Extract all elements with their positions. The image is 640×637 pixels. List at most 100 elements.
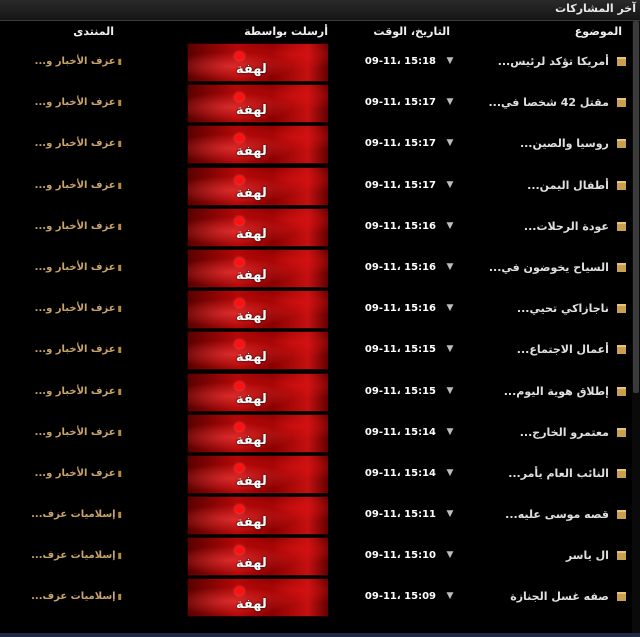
table-row: أمريكا تؤكد لرئيس... ▼ 09-11، 15:18 لهفة… [0, 41, 632, 82]
post-date: 09-11، 15:16 [364, 261, 436, 273]
topic-link[interactable]: عودة الرحلات... [524, 220, 609, 233]
forum-link[interactable]: عزف الأخبار و... [35, 56, 116, 67]
topic-link[interactable]: النائب العام يأمر... [508, 467, 609, 480]
column-header-forum: المنتدى [73, 25, 114, 38]
forum-link[interactable]: عزف الأخبار و... [35, 97, 116, 108]
forum-cell: ▮عزف الأخبار و... [10, 165, 122, 206]
triangle-down-icon[interactable]: ▼ [444, 329, 456, 370]
poster-avatar[interactable]: لهفة [187, 578, 328, 618]
poster-name[interactable]: لهفة [236, 268, 267, 283]
poster-name[interactable]: لهفة [236, 309, 267, 324]
triangle-down-icon[interactable]: ▼ [444, 82, 456, 123]
post-date: 09-11، 15:11 [364, 509, 436, 521]
poster-name[interactable]: لهفة [236, 392, 267, 407]
forum-cell: ▮عزف الأخبار و... [10, 206, 122, 247]
triangle-down-icon[interactable]: ▼ [444, 494, 456, 535]
triangle-down-icon[interactable]: ▼ [444, 206, 456, 247]
poster-cell: لهفة [187, 165, 328, 206]
poster-name[interactable]: لهفة [236, 186, 267, 201]
poster-name[interactable]: لهفة [236, 515, 267, 530]
topic-link[interactable]: أطفال اليمن... [527, 179, 609, 192]
topic-link[interactable]: مقتل 42 شخصا في... [488, 96, 608, 109]
triangle-down-icon[interactable]: ▼ [444, 535, 456, 576]
post-date: 09-11، 15:16 [364, 303, 436, 315]
forum-link[interactable]: عزف الأخبار و... [35, 344, 116, 355]
topic-link[interactable]: صفه غسل الجنازة [510, 590, 609, 603]
forum-link[interactable]: عزف الأخبار و... [35, 262, 116, 273]
forum-link[interactable]: عزف الأخبار و... [35, 386, 116, 397]
avatar-dot [235, 505, 244, 514]
table-row: ال ياسر ▼ 09-11، 15:10 لهفة ▮إسلاميات عز… [0, 535, 632, 577]
poster-avatar[interactable]: لهفة [187, 331, 328, 371]
poster-name[interactable]: لهفة [236, 62, 267, 77]
poster-avatar[interactable]: لهفة [187, 290, 328, 330]
poster-name[interactable]: لهفة [236, 227, 267, 242]
topic-link[interactable]: قصه موسى عليه... [505, 508, 609, 521]
poster-name[interactable]: لهفة [236, 350, 267, 365]
forum-link[interactable]: عزف الأخبار و... [35, 468, 116, 479]
poster-name[interactable]: لهفة [236, 433, 267, 448]
poster-avatar[interactable]: لهفة [187, 125, 328, 165]
triangle-down-icon[interactable]: ▼ [444, 288, 456, 329]
topic-link[interactable]: أمريكا تؤكد لرئيس... [498, 55, 609, 68]
topic-link[interactable]: السياح يخوضون في... [489, 261, 609, 274]
forum-link[interactable]: عزف الأخبار و... [35, 303, 116, 314]
poster-name[interactable]: لهفة [236, 474, 267, 489]
folder-icon [617, 510, 626, 520]
poster-avatar[interactable]: لهفة [187, 496, 328, 536]
poster-avatar[interactable]: لهفة [187, 454, 328, 494]
poster-avatar[interactable]: لهفة [187, 166, 328, 206]
triangle-down-icon[interactable]: ▼ [444, 41, 456, 82]
forum-link[interactable]: عزف الأخبار و... [35, 138, 116, 149]
column-header-topic: الموضوع [574, 25, 622, 38]
forum-icon: ▮ [117, 427, 122, 437]
forum-icon: ▮ [117, 57, 122, 66]
post-date: 09-11، 15:15 [364, 385, 436, 397]
scrollbar[interactable] [632, 21, 640, 633]
poster-cell: لهفة [187, 288, 328, 330]
table-row: ناجازاكي تحيي... ▼ 09-11، 15:16 لهفة ▮عز… [0, 288, 632, 330]
triangle-down-icon[interactable]: ▼ [444, 371, 456, 412]
topic-link[interactable]: أعمال الاجتماع... [517, 343, 609, 356]
poster-avatar[interactable]: لهفة [187, 84, 328, 124]
poster-avatar[interactable]: لهفة [187, 372, 328, 412]
forum-link[interactable]: عزف الأخبار و... [35, 180, 116, 191]
poster-avatar[interactable]: لهفة [187, 43, 328, 82]
topic-link[interactable]: معتمرو الخارج... [520, 426, 609, 439]
poster-cell: لهفة [187, 206, 328, 247]
table-row: معتمرو الخارج... ▼ 09-11، 15:14 لهفة ▮عز… [0, 412, 632, 453]
triangle-down-icon[interactable]: ▼ [444, 165, 456, 206]
forum-link[interactable]: عزف الأخبار و... [35, 427, 116, 438]
forum-cell: ▮عزف الأخبار و... [10, 41, 122, 82]
triangle-down-icon[interactable]: ▼ [444, 576, 456, 617]
forum-icon: ▮ [117, 262, 122, 272]
poster-name[interactable]: لهفة [236, 597, 267, 612]
forum-link[interactable]: إسلاميات عزف... [31, 509, 115, 520]
post-date: 09-11، 15:17 [364, 179, 436, 191]
table-row: عودة الرحلات... ▼ 09-11، 15:16 لهفة ▮عزف… [0, 206, 632, 247]
avatar-dot [235, 175, 244, 184]
forum-link[interactable]: عزف الأخبار و... [35, 221, 116, 232]
poster-name[interactable]: لهفة [236, 556, 267, 571]
topic-link[interactable]: إطلاق هوية اليوم... [504, 385, 609, 398]
forum-icon: ▮ [117, 180, 122, 190]
triangle-down-icon[interactable]: ▼ [444, 412, 456, 453]
forum-link[interactable]: إسلاميات عزف... [31, 591, 115, 602]
forum-cell: ▮عزف الأخبار و... [10, 247, 122, 288]
topic-link[interactable]: ال ياسر [566, 549, 609, 562]
poster-avatar[interactable]: لهفة [187, 248, 328, 288]
poster-name[interactable]: لهفة [236, 144, 267, 159]
forum-link[interactable]: إسلاميات عزف... [31, 550, 115, 561]
forum-cell: ▮إسلاميات عزف... [10, 494, 122, 535]
poster-avatar[interactable]: لهفة [187, 413, 328, 453]
topic-link[interactable]: ناجازاكي تحيي... [517, 302, 609, 315]
poster-avatar[interactable]: لهفة [187, 207, 328, 247]
poster-avatar[interactable]: لهفة [187, 537, 328, 577]
triangle-down-icon[interactable]: ▼ [444, 123, 456, 164]
forum-icon: ▮ [117, 468, 122, 478]
topic-link[interactable]: روسيا والصين... [520, 137, 609, 150]
poster-name[interactable]: لهفة [236, 103, 267, 118]
scrollbar-thumb[interactable] [633, 21, 639, 393]
triangle-down-icon[interactable]: ▼ [444, 247, 456, 288]
triangle-down-icon[interactable]: ▼ [444, 453, 456, 494]
